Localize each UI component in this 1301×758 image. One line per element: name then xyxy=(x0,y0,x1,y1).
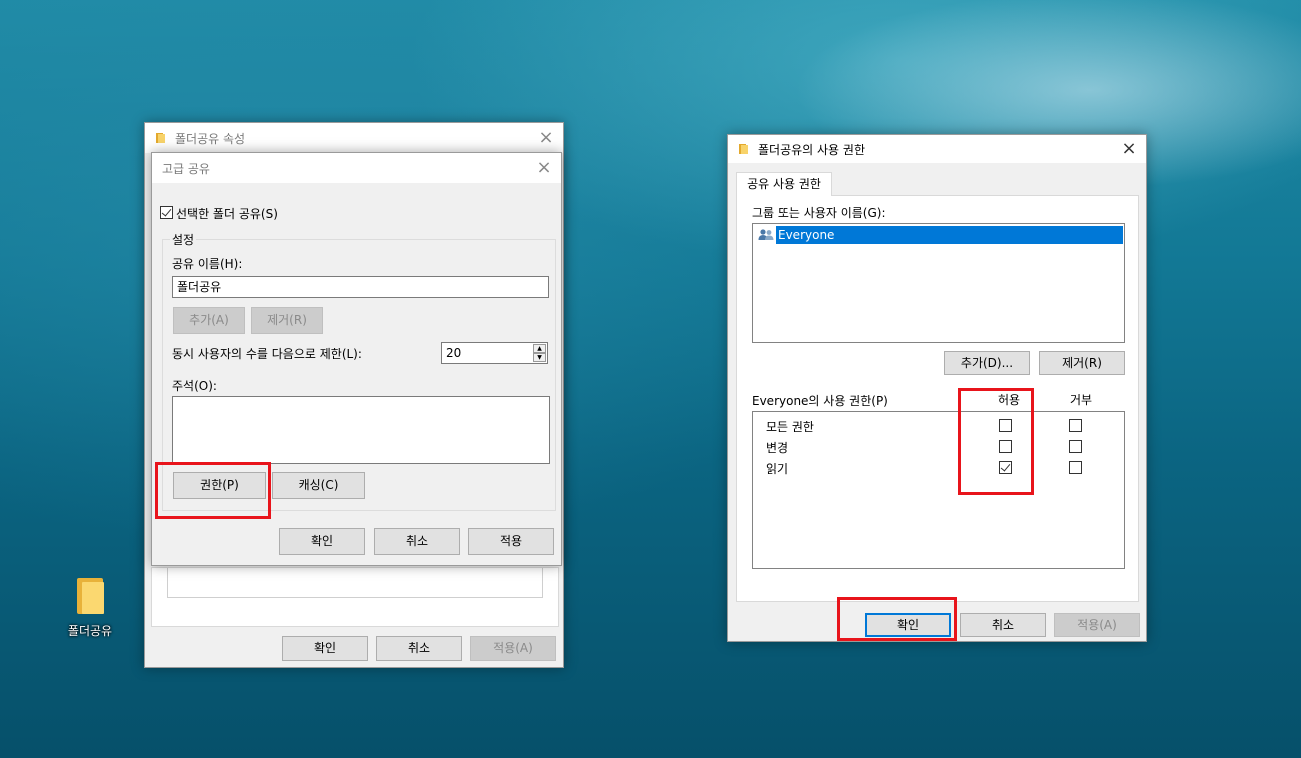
comment-label: 주석(O): xyxy=(172,379,217,393)
desktop-folder-label: 폴더공유 xyxy=(67,624,113,638)
deny-header: 거부 xyxy=(1070,393,1093,407)
list-item[interactable]: Everyone xyxy=(756,226,1123,244)
permissions-title: 폴더공유의 사용 권한 xyxy=(758,142,865,157)
users-icon xyxy=(758,229,774,241)
properties-cancel-button[interactable]: 취소 xyxy=(376,636,462,661)
deny-full-control-checkbox[interactable] xyxy=(1069,419,1082,432)
properties-title: 폴더공유 속성 xyxy=(175,131,246,146)
folder-icon xyxy=(155,132,167,144)
tab-share-permissions[interactable]: 공유 사용 권한 xyxy=(736,172,832,196)
share-remove-button[interactable]: 제거(R) xyxy=(251,307,323,334)
share-folder-checkbox[interactable] xyxy=(160,206,173,219)
highlight-allow-column xyxy=(958,388,1034,495)
group-user-label: 그룹 또는 사용자 이름(G): xyxy=(752,206,886,220)
folder-icon xyxy=(75,576,105,614)
user-name: Everyone xyxy=(778,228,835,242)
permission-name: 모든 권한 xyxy=(766,420,814,434)
settings-group-title: 설정 xyxy=(170,231,197,248)
close-icon[interactable]: × xyxy=(537,129,555,147)
stepper-up-icon[interactable]: ▲ xyxy=(533,344,546,353)
properties-ok-button[interactable]: 확인 xyxy=(282,636,368,661)
share-add-button[interactable]: 추가(A) xyxy=(173,307,245,334)
user-limit-value: 20 xyxy=(446,346,462,360)
desktop-folder-icon[interactable]: 폴더공유 xyxy=(58,576,122,639)
highlight-permissions-button xyxy=(155,462,271,519)
advanced-apply-button[interactable]: 적용 xyxy=(468,528,554,555)
caching-button[interactable]: 캐싱(C) xyxy=(272,472,365,499)
permissions-for-label: Everyone의 사용 권한(P) xyxy=(752,394,888,408)
advanced-ok-button[interactable]: 확인 xyxy=(279,528,365,555)
folder-icon xyxy=(738,143,750,155)
close-icon[interactable]: × xyxy=(535,159,553,177)
permissions-window: 폴더공유의 사용 권한 × 공유 사용 권한 그룹 또는 사용자 이름(G): … xyxy=(727,134,1147,642)
properties-apply-button[interactable]: 적용(A) xyxy=(470,636,556,661)
user-limit-stepper[interactable]: 20 ▲ ▼ xyxy=(441,342,548,364)
properties-titlebar: 폴더공유 속성 × xyxy=(145,123,563,153)
perm-add-button[interactable]: 추가(D)... xyxy=(944,351,1030,375)
permissions-titlebar: 폴더공유의 사용 권한 × xyxy=(728,135,1146,163)
advanced-sharing-title: 고급 공유 xyxy=(162,161,210,176)
user-list[interactable]: Everyone xyxy=(752,223,1125,343)
permission-name: 변경 xyxy=(766,441,789,455)
permissions-table: 모든 권한 변경 읽기 xyxy=(752,411,1125,569)
advanced-sharing-titlebar: 고급 공유 × xyxy=(152,153,561,183)
perm-cancel-button[interactable]: 취소 xyxy=(960,613,1046,637)
share-name-label: 공유 이름(H): xyxy=(172,257,243,271)
user-limit-label: 동시 사용자의 수를 다음으로 제한(L): xyxy=(172,347,362,361)
stepper-down-icon[interactable]: ▼ xyxy=(533,353,546,362)
advanced-cancel-button[interactable]: 취소 xyxy=(374,528,460,555)
close-icon[interactable]: × xyxy=(1120,140,1138,158)
tab-share-permissions-label: 공유 사용 권한 xyxy=(747,177,821,191)
perm-remove-button[interactable]: 제거(R) xyxy=(1039,351,1125,375)
deny-read-checkbox[interactable] xyxy=(1069,461,1082,474)
share-folder-label[interactable]: 선택한 폴더 공유(S) xyxy=(176,205,278,222)
properties-info-box xyxy=(167,568,543,598)
properties-sharing-panel xyxy=(151,567,559,627)
comment-textarea[interactable] xyxy=(172,396,550,464)
share-name-input[interactable]: 폴더공유 xyxy=(172,276,549,298)
perm-apply-button[interactable]: 적용(A) xyxy=(1054,613,1140,637)
deny-change-checkbox[interactable] xyxy=(1069,440,1082,453)
user-entry-everyone[interactable]: Everyone xyxy=(776,226,1123,244)
highlight-ok-button xyxy=(837,597,957,641)
permission-name: 읽기 xyxy=(766,462,789,476)
